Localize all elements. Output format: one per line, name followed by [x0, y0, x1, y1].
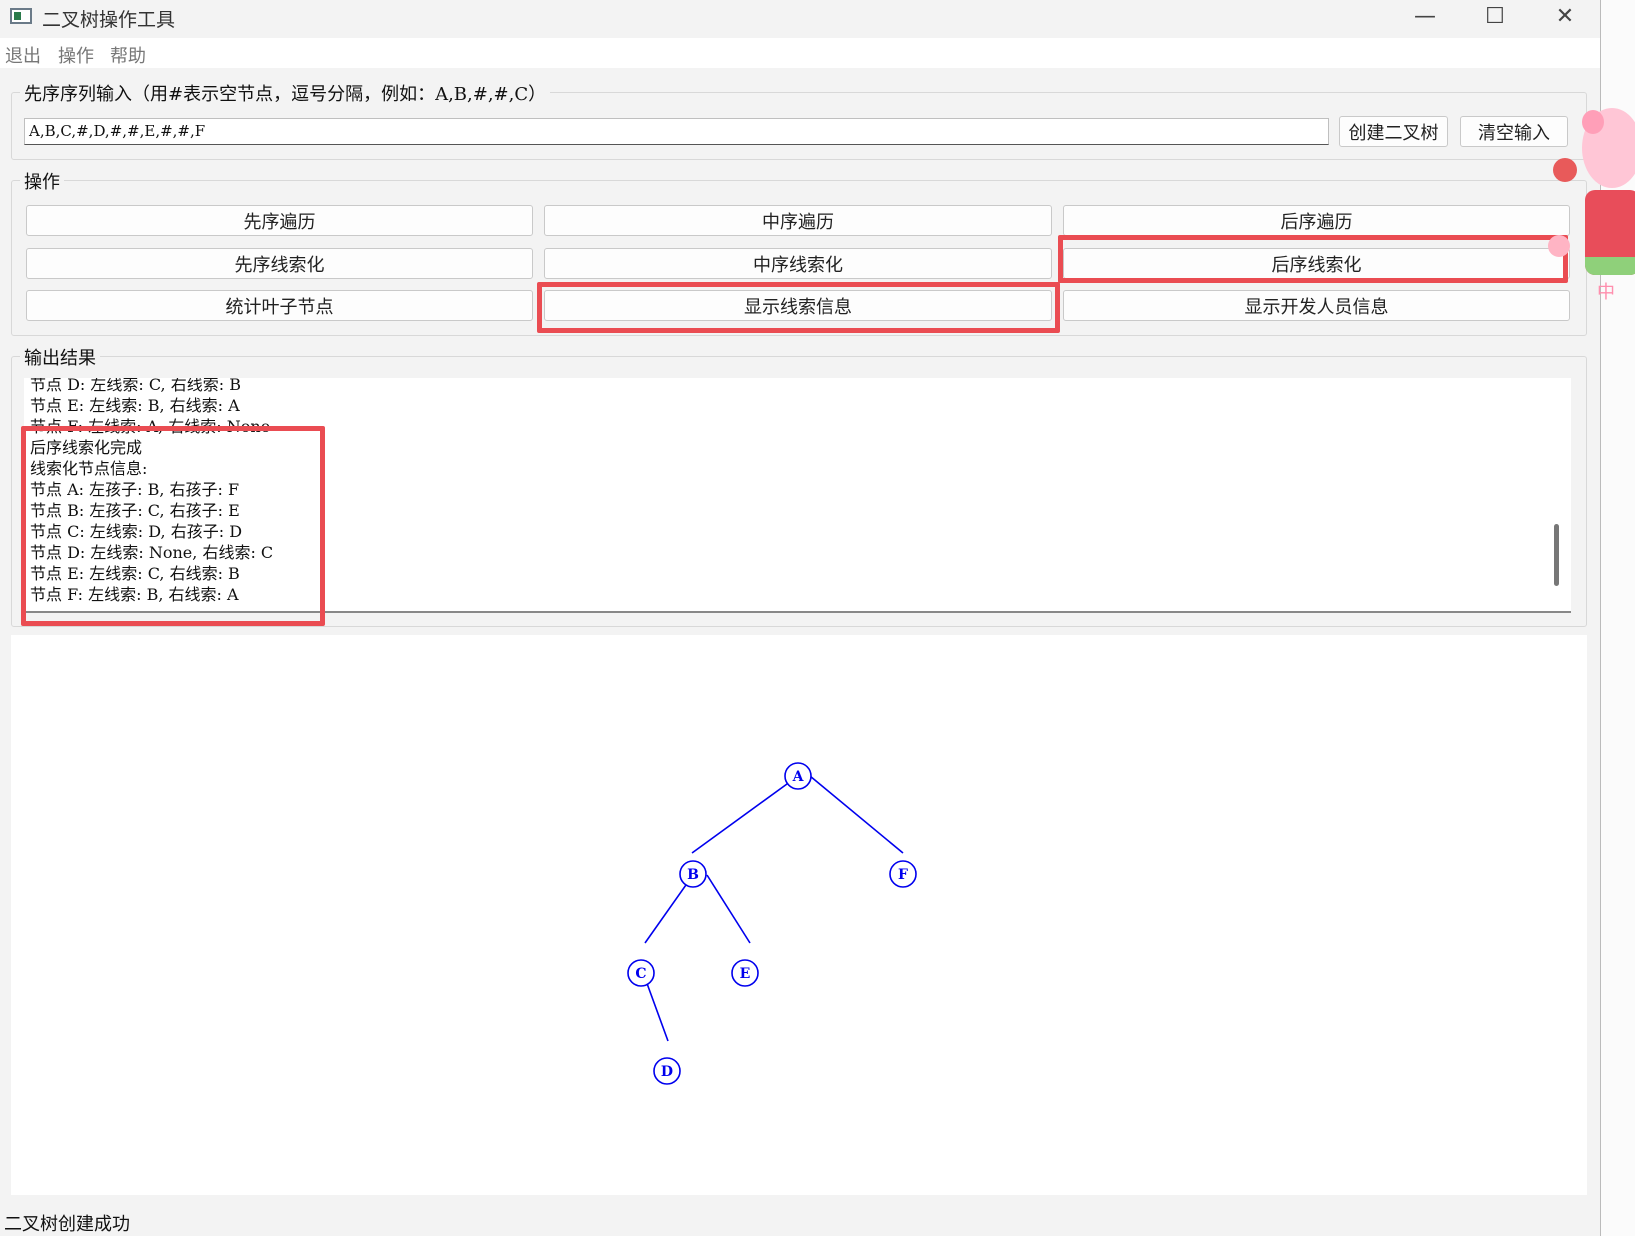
edge-a-f: [809, 775, 904, 854]
tree-node-c-label: C: [635, 966, 646, 982]
output-line: 节点 E: 左线索: B, 右线索: A: [30, 396, 240, 415]
mascot-caption: 中: [1597, 282, 1615, 303]
mascot-hand: [1553, 158, 1577, 182]
title-bar: [0, 0, 1600, 38]
mascot-body: [1585, 190, 1635, 275]
count-leaves-button[interactable]: 统计叶子节点: [26, 290, 533, 321]
tree-node-d-label: D: [661, 1064, 673, 1080]
window-title: 二叉树操作工具: [42, 9, 176, 31]
status-bar-text: 二叉树创建成功: [4, 1214, 130, 1235]
postorder-traversal-button[interactable]: 后序遍历: [1063, 205, 1570, 236]
preorder-traversal-button[interactable]: 先序遍历: [26, 205, 533, 236]
edge-b-e: [706, 874, 751, 944]
app-icon: [10, 8, 32, 24]
inorder-threading-button[interactable]: 中序线索化: [544, 248, 1052, 279]
input-group-title: 先序序列输入（用#表示空节点，逗号分隔，例如：A,B,#,#,C）: [20, 80, 551, 106]
operations-group-title: 操作: [20, 168, 64, 194]
highlight-show-thread-info: [537, 282, 1060, 333]
menu-operations[interactable]: 操作: [58, 42, 94, 68]
tree-node-b-label: B: [687, 867, 699, 883]
maximize-button[interactable]: ☐: [1460, 0, 1530, 36]
tree-node-f-label: F: [898, 867, 908, 883]
tree-canvas: A B F C E D: [11, 635, 1587, 1195]
clear-input-button[interactable]: 清空输入: [1460, 116, 1568, 147]
show-developer-info-button[interactable]: 显示开发人员信息: [1063, 290, 1570, 321]
output-scrollbar[interactable]: [1554, 524, 1559, 586]
menu-help[interactable]: 帮助: [110, 42, 146, 68]
minimize-button[interactable]: —: [1390, 0, 1460, 36]
menu-exit[interactable]: 退出: [5, 42, 41, 68]
preorder-threading-button[interactable]: 先序线索化: [26, 248, 533, 279]
menu-bar: [0, 38, 1600, 68]
tree-node-a-label: A: [792, 769, 805, 785]
close-button[interactable]: ✕: [1530, 0, 1600, 36]
mascot-ear: [1582, 110, 1604, 134]
output-group-title: 输出结果: [20, 344, 100, 370]
mascot-flower: [1548, 235, 1570, 257]
tree-diagram: A B F C E D: [627, 762, 917, 1085]
edge-a-b: [691, 775, 799, 854]
sequence-input[interactable]: A,B,C,#,D,#,#,E,#,#,F: [24, 118, 1329, 145]
create-tree-button[interactable]: 创建二叉树: [1339, 116, 1448, 147]
highlight-postorder-threading: [1058, 235, 1568, 283]
inorder-traversal-button[interactable]: 中序遍历: [544, 205, 1052, 236]
tree-node-e-label: E: [740, 966, 751, 982]
output-line: 节点 D: 左线索: C, 右线索: B: [30, 378, 241, 394]
highlight-output-result: [21, 426, 325, 626]
